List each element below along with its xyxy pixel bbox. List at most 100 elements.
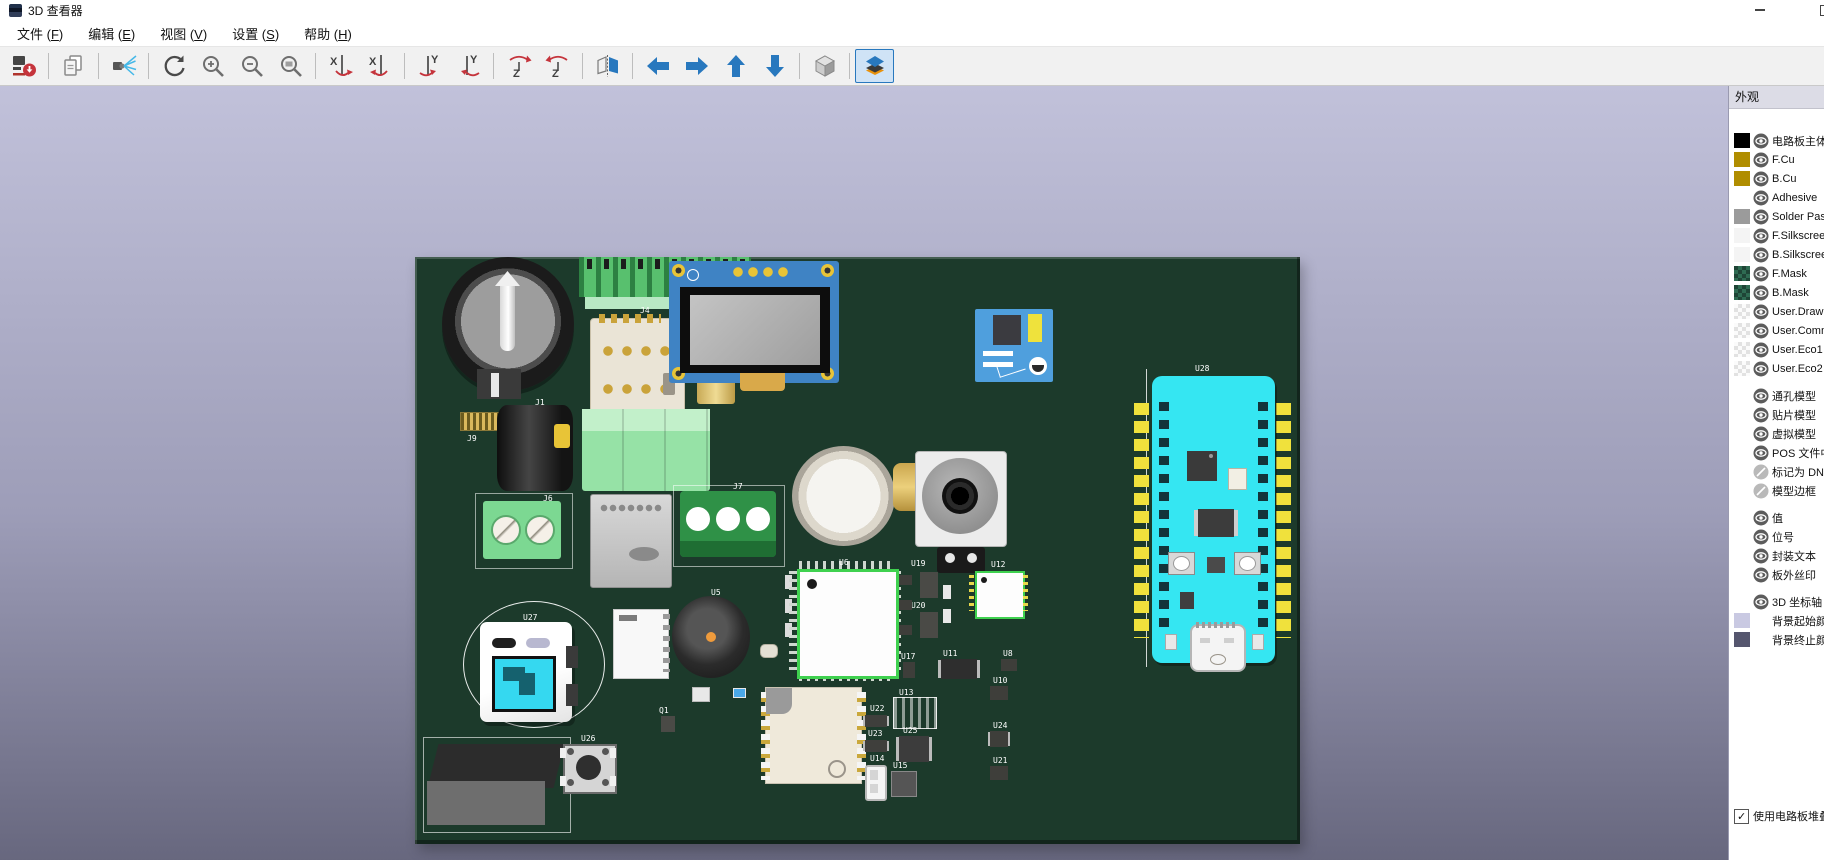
pan-right-button[interactable]: [677, 49, 716, 83]
dev-cap: [1252, 634, 1264, 650]
layer-color-swatch[interactable]: [1734, 613, 1750, 628]
visibility-off-icon[interactable]: [1753, 483, 1769, 499]
appearance-row[interactable]: 位号: [1729, 527, 1824, 546]
layer-color-swatch[interactable]: [1734, 133, 1750, 148]
appearance-row[interactable]: 板外丝印: [1729, 565, 1824, 584]
appearance-row[interactable]: B.Cu: [1729, 169, 1824, 188]
appearance-row[interactable]: 模型边框: [1729, 481, 1824, 500]
minimize-button[interactable]: [1743, 0, 1777, 20]
appearance-row[interactable]: 背景起始颜色: [1729, 611, 1824, 630]
appearance-row[interactable]: User.Eco1: [1729, 340, 1824, 359]
layer-color-swatch[interactable]: [1734, 190, 1750, 205]
zoom-out-button[interactable]: [232, 49, 271, 83]
flip-board-button[interactable]: [588, 49, 627, 83]
appearance-row[interactable]: POS 文件中没有的模型: [1729, 443, 1824, 462]
reload-board-button[interactable]: [4, 49, 43, 83]
visibility-on-icon[interactable]: [1753, 426, 1769, 442]
visibility-on-icon[interactable]: [1753, 228, 1769, 244]
menu-settings[interactable]: 设置 (S): [223, 21, 288, 46]
layer-color-swatch[interactable]: [1734, 304, 1750, 319]
redraw-button[interactable]: [154, 49, 193, 83]
layer-color-swatch[interactable]: [1734, 285, 1750, 300]
appearance-row[interactable]: User.Drawings: [1729, 302, 1824, 321]
appearance-row[interactable]: 封装文本: [1729, 546, 1824, 565]
checkbox-checked-icon[interactable]: [1734, 809, 1749, 824]
appearance-row[interactable]: 值: [1729, 508, 1824, 527]
visibility-on-icon[interactable]: [1753, 567, 1769, 583]
visibility-on-icon[interactable]: [1753, 548, 1769, 564]
layer-color-swatch[interactable]: [1734, 632, 1750, 647]
appearance-row[interactable]: User.Eco2: [1729, 359, 1824, 378]
visibility-on-icon[interactable]: [1753, 342, 1769, 358]
cube-display: [492, 656, 556, 712]
appearance-row[interactable]: 电路板主体: [1729, 131, 1824, 150]
appearance-row[interactable]: F.Cu: [1729, 150, 1824, 169]
visibility-on-icon[interactable]: [1753, 285, 1769, 301]
visibility-on-icon[interactable]: [1753, 266, 1769, 282]
appearance-row[interactable]: 3D 坐标轴: [1729, 592, 1824, 611]
appearance-row[interactable]: B.Mask: [1729, 283, 1824, 302]
layer-color-swatch[interactable]: [1734, 323, 1750, 338]
rotate-y-counterclockwise-button[interactable]: Y: [449, 49, 488, 83]
orthographic-projection-button[interactable]: [805, 49, 844, 83]
appearance-label: Adhesive: [1772, 192, 1817, 204]
render-view-button[interactable]: [104, 49, 143, 83]
pan-down-button[interactable]: [755, 49, 794, 83]
copy-image-button[interactable]: [54, 49, 93, 83]
appearance-row[interactable]: F.Mask: [1729, 264, 1824, 283]
use-board-stackup-colors-checkbox[interactable]: 使用电路板堆叠颜色: [1729, 808, 1824, 824]
layer-color-swatch[interactable]: [1734, 266, 1750, 281]
rotate-z-counterclockwise-button[interactable]: Z: [538, 49, 577, 83]
rotate-x-counterclockwise-button[interactable]: X: [360, 49, 399, 83]
layer-color-swatch[interactable]: [1734, 228, 1750, 243]
visibility-on-icon[interactable]: [1753, 209, 1769, 225]
appearance-label: 模型边框: [1772, 483, 1816, 499]
appearance-row[interactable]: User.Comments: [1729, 321, 1824, 340]
layer-color-swatch[interactable]: [1734, 209, 1750, 224]
layer-color-swatch[interactable]: [1734, 247, 1750, 262]
visibility-on-icon[interactable]: [1753, 152, 1769, 168]
layer-color-swatch[interactable]: [1734, 361, 1750, 376]
menu-view[interactable]: 视图 (V): [151, 21, 216, 46]
visibility-on-icon[interactable]: [1753, 510, 1769, 526]
visibility-on-icon[interactable]: [1753, 388, 1769, 404]
visibility-on-icon[interactable]: [1753, 247, 1769, 263]
visibility-on-icon[interactable]: [1753, 361, 1769, 377]
appearance-row[interactable]: 背景终止颜色: [1729, 630, 1824, 649]
3d-viewport[interactable]: J1 J9 J4 J2: [0, 86, 1728, 860]
appearance-row[interactable]: 通孔模型: [1729, 386, 1824, 405]
layer-color-swatch[interactable]: [1734, 342, 1750, 357]
appearance-row[interactable]: 贴片模型: [1729, 405, 1824, 424]
appearance-row[interactable]: Adhesive: [1729, 188, 1824, 207]
layer-color-swatch[interactable]: [1734, 152, 1750, 167]
appearance-row[interactable]: 虚拟模型: [1729, 424, 1824, 443]
menu-file[interactable]: 文件 (F): [8, 21, 72, 46]
menu-help[interactable]: 帮助 (H): [295, 21, 361, 46]
visibility-on-icon[interactable]: [1753, 133, 1769, 149]
zoom-in-button[interactable]: [193, 49, 232, 83]
visibility-on-icon[interactable]: [1753, 323, 1769, 339]
visibility-on-icon[interactable]: [1753, 594, 1769, 610]
show-appearance-layers-button[interactable]: [855, 49, 894, 83]
visibility-on-icon[interactable]: [1753, 407, 1769, 423]
maximize-button[interactable]: [1808, 0, 1824, 20]
visibility-on-icon[interactable]: [1753, 304, 1769, 320]
zoom-to-fit-button[interactable]: [271, 49, 310, 83]
appearance-row[interactable]: B.Silkscreen: [1729, 245, 1824, 264]
rotate-x-clockwise-button[interactable]: X: [321, 49, 360, 83]
swatch-spacer: [1734, 510, 1750, 525]
layer-color-swatch[interactable]: [1734, 171, 1750, 186]
visibility-on-icon[interactable]: [1753, 529, 1769, 545]
visibility-off-icon[interactable]: [1753, 464, 1769, 480]
visibility-on-icon[interactable]: [1753, 190, 1769, 206]
appearance-row[interactable]: 标记为 DNP 的模型: [1729, 462, 1824, 481]
appearance-row[interactable]: F.Silkscreen: [1729, 226, 1824, 245]
visibility-on-icon[interactable]: [1753, 171, 1769, 187]
appearance-row[interactable]: Solder Paste: [1729, 207, 1824, 226]
pan-left-button[interactable]: [638, 49, 677, 83]
menu-edit[interactable]: 编辑 (E): [79, 21, 144, 46]
rotate-y-clockwise-button[interactable]: Y: [410, 49, 449, 83]
rotate-z-clockwise-button[interactable]: Z: [499, 49, 538, 83]
pan-up-button[interactable]: [716, 49, 755, 83]
visibility-on-icon[interactable]: [1753, 445, 1769, 461]
